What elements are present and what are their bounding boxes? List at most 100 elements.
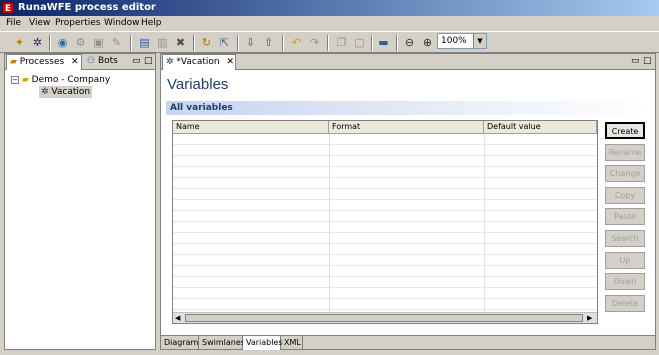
change-button[interactable]: Change	[605, 165, 645, 183]
save-icon[interactable]: ▤	[137, 35, 152, 50]
menu-bar: File View Properties Window Help	[0, 16, 659, 31]
paste-icon[interactable]: ▢	[352, 35, 367, 50]
minimize-icon[interactable]: ▭	[631, 55, 640, 67]
deploy-icon[interactable]: ⇧	[261, 35, 276, 50]
zoom-out-icon[interactable]: ⊖	[402, 35, 417, 50]
zoom-in-icon[interactable]: ⊕	[420, 35, 435, 50]
chevron-down-icon[interactable]: ▼	[473, 34, 486, 48]
table-row[interactable]	[173, 222, 597, 233]
edit-icon[interactable]: ✎	[109, 35, 124, 50]
tab-bots-label: Bots	[97, 56, 118, 66]
window-title: RunaWFE process editor	[18, 2, 156, 13]
editor-bottom-tabs: Diagram Swimlanes Variables XML	[161, 335, 655, 350]
table-row[interactable]	[173, 167, 597, 178]
table-row[interactable]	[173, 244, 597, 255]
bot-icon[interactable]: ⚙	[73, 35, 88, 50]
zoom-value: 100%	[441, 36, 467, 46]
processes-view: ▰ Processes ✕ ⚇ Bots ▭ □ − ▰ Demo - Comp…	[4, 53, 156, 350]
delete-icon[interactable]: ✖	[173, 35, 188, 50]
search-button[interactable]: Search	[605, 230, 645, 247]
export-icon[interactable]: ▣	[91, 35, 106, 50]
globe-icon[interactable]: ◉	[55, 35, 70, 50]
tab-swimlanes[interactable]: Swimlanes	[199, 336, 245, 350]
tree-item-company[interactable]: − ▰ Demo - Company	[11, 74, 110, 86]
refresh-icon[interactable]: ↻	[199, 35, 214, 50]
minimize-icon[interactable]: ▭	[132, 55, 141, 67]
copy-icon[interactable]: ❐	[334, 35, 349, 50]
close-icon[interactable]: ✕	[226, 57, 234, 67]
variables-table[interactable]: Name Format Default value ◀ ▶	[172, 120, 598, 324]
table-row[interactable]	[173, 134, 597, 145]
tab-bots[interactable]: ⚇ Bots	[84, 54, 128, 70]
down-button[interactable]: Down	[605, 273, 645, 291]
menu-view[interactable]: View	[29, 17, 50, 30]
copy-button[interactable]: Copy	[605, 186, 645, 204]
column-divider	[329, 134, 330, 312]
table-row[interactable]	[173, 189, 597, 200]
bot-icon: ⚇	[87, 56, 96, 66]
tab-xml[interactable]: XML	[281, 336, 303, 350]
tab-processes[interactable]: ▰ Processes ✕	[6, 54, 82, 70]
tree-item-vacation[interactable]: ✲ Vacation	[39, 86, 93, 98]
process-icon: ✲	[41, 87, 49, 97]
table-row[interactable]	[173, 266, 597, 277]
menu-window[interactable]: Window	[104, 17, 140, 30]
table-row[interactable]	[173, 178, 597, 189]
tab-processes-label: Processes	[19, 57, 65, 67]
tab-diagram[interactable]: Diagram	[161, 336, 199, 350]
title-bar: E RunaWFE process editor	[0, 0, 659, 16]
column-header-default-value[interactable]: Default value	[484, 121, 597, 134]
app-icon: E	[2, 2, 14, 14]
table-row[interactable]	[173, 255, 597, 266]
table-row[interactable]	[173, 156, 597, 167]
table-row[interactable]	[173, 277, 597, 288]
menu-help[interactable]: Help	[141, 17, 162, 30]
tree-item-company-label: Demo - Company	[31, 75, 111, 85]
create-button[interactable]: Create	[605, 122, 645, 139]
menu-file[interactable]: File	[6, 17, 21, 30]
save-all-icon[interactable]: ▥	[155, 35, 170, 50]
redo-icon[interactable]: ↷	[307, 35, 322, 50]
tab-vacation[interactable]: ✲ *Vacation ✕	[162, 54, 236, 70]
up-button[interactable]: Up	[605, 251, 645, 269]
section-header: All variables	[166, 101, 650, 115]
zoom-select[interactable]: 100% ▼	[437, 33, 487, 49]
editor-tab-row: ✲ *Vacation ✕ ▭ □	[161, 54, 655, 70]
table-row[interactable]	[173, 233, 597, 244]
scroll-thumb[interactable]	[185, 314, 583, 322]
collapse-icon[interactable]: −	[11, 76, 19, 84]
table-row[interactable]	[173, 200, 597, 211]
folder-open-icon: ▰	[21, 75, 29, 85]
rename-button[interactable]: Rename	[605, 143, 645, 161]
tab-variables[interactable]: Variables	[243, 336, 283, 350]
tab-vacation-label: *Vacation	[176, 57, 220, 67]
folder-icon: ▰	[10, 57, 17, 67]
table-row[interactable]	[173, 145, 597, 156]
menu-properties[interactable]: Properties	[55, 17, 100, 30]
table-row[interactable]	[173, 299, 597, 310]
maximize-icon[interactable]: □	[144, 55, 153, 67]
close-icon[interactable]: ✕	[71, 57, 79, 67]
left-tab-row: ▰ Processes ✕ ⚇ Bots ▭ □	[5, 54, 155, 70]
editor-view: ✲ *Vacation ✕ ▭ □ Variables All variable…	[160, 53, 656, 350]
tree-item-vacation-label: Vacation	[51, 87, 91, 97]
minus-icon[interactable]: ▬	[376, 35, 391, 50]
open-icon[interactable]: ⇱	[217, 35, 232, 50]
paste-button[interactable]: Paste	[605, 208, 645, 226]
page-title: Variables	[167, 76, 229, 93]
column-header-format[interactable]: Format	[329, 121, 484, 134]
delete-button[interactable]: Delete	[605, 294, 645, 312]
scroll-left-icon[interactable]: ◀	[175, 312, 180, 323]
column-divider	[484, 134, 485, 312]
new-process-icon[interactable]: ✲	[30, 35, 45, 50]
new-file-icon[interactable]: ✦	[12, 35, 27, 50]
column-header-name[interactable]: Name	[173, 121, 329, 134]
toolbar: ✦ ✲ ◉ ⚙ ▣ ✎ ▤ ▥ ✖ ↻ ⇱ ⇩ ⇧ ↶ ↷ ❐ ▢ ▬ ⊖ ⊕	[0, 31, 659, 53]
horizontal-scrollbar[interactable]: ◀ ▶	[173, 312, 597, 323]
maximize-icon[interactable]: □	[643, 55, 652, 67]
scroll-right-icon[interactable]: ▶	[587, 312, 592, 323]
import-icon[interactable]: ⇩	[243, 35, 258, 50]
undo-icon[interactable]: ↶	[289, 35, 304, 50]
table-row[interactable]	[173, 211, 597, 222]
table-row[interactable]	[173, 288, 597, 299]
